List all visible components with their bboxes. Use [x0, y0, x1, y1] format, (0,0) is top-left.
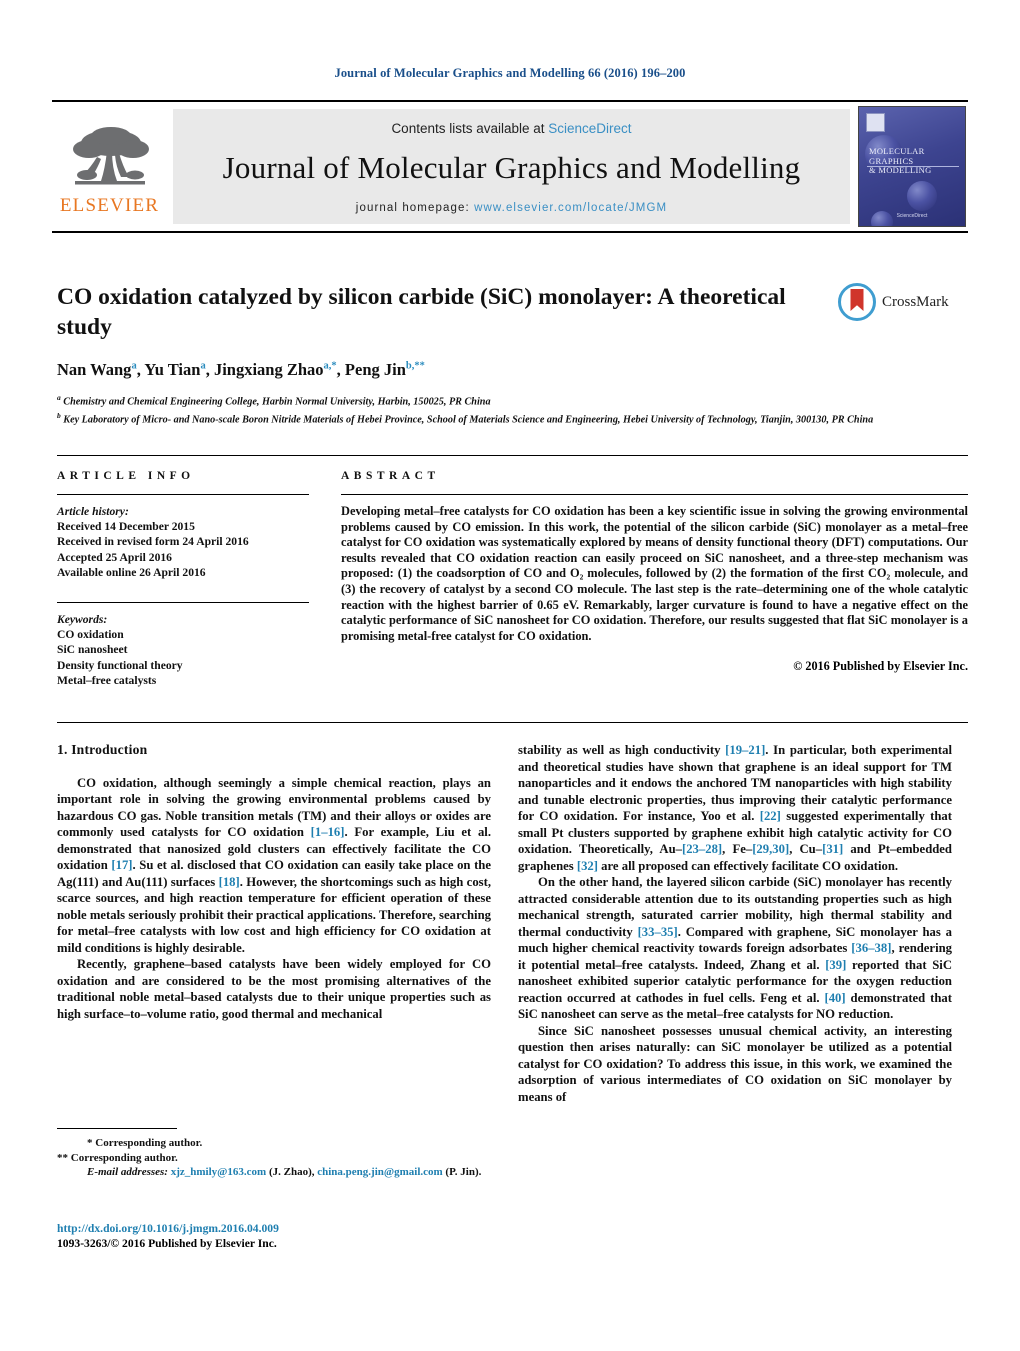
cover-footer: ScienceDirect — [896, 213, 928, 219]
history-item: Received 14 December 2015 — [57, 520, 195, 534]
homepage-prefix: journal homepage: — [355, 202, 475, 214]
email-link-jin[interactable]: china.peng.jin@gmail.com — [317, 1166, 442, 1178]
article-info-section: ARTICLE INFO Article history: Received 1… — [57, 470, 309, 688]
abstract-text: Developing metal–free catalysts for CO o… — [341, 504, 968, 643]
elsevier-tree-icon — [72, 126, 149, 184]
info-top-rule — [57, 455, 968, 456]
title-area: CO oxidation catalyzed by silicon carbid… — [57, 282, 873, 426]
body-paragraph: Recently, graphene–based catalysts have … — [57, 957, 491, 1021]
elsevier-logo: ELSEVIER — [52, 102, 167, 231]
abstract-section: ABSTRACT Developing metal–free catalysts… — [341, 470, 968, 674]
corresponding-author-2: ** Corresponding author. — [57, 1151, 178, 1164]
keyword-item: SiC nanosheet — [57, 643, 128, 657]
journal-cover-thumbnail: MOLECULAR GRAPHICS & MODELLING ScienceDi… — [858, 106, 966, 227]
cover-badge-icon — [866, 113, 885, 132]
affiliation-b: b Key Laboratory of Micro- and Nano-scal… — [57, 410, 874, 425]
history-item: Accepted 25 April 2016 — [57, 550, 172, 564]
affiliation-a: a Chemistry and Chemical Engineering Col… — [57, 393, 491, 408]
issn-copyright-line: 1093-3263/© 2016 Published by Elsevier I… — [57, 1236, 277, 1250]
crossmark-badge[interactable]: CrossMark — [838, 283, 968, 321]
contents-prefix: Contents lists available at — [391, 121, 549, 136]
article-info-heading: ARTICLE INFO — [57, 470, 195, 482]
abstract-copyright: © 2016 Published by Elsevier Inc. — [793, 659, 968, 674]
keyword-item: CO oxidation — [57, 628, 124, 642]
article-history: Article history: Received 14 December 20… — [57, 504, 309, 580]
history-item: Available online 26 April 2016 — [57, 565, 206, 579]
body-paragraph: On the other hand, the layered silicon c… — [518, 875, 952, 1021]
cover-title-line1: MOLECULAR GRAPHICS — [869, 146, 925, 166]
body-paragraph: Since SiC nanosheet possesses unusual ch… — [518, 1023, 952, 1104]
body-top-rule — [57, 722, 968, 723]
keywords-label: Keywords: — [57, 613, 108, 627]
body-paragraph: stability as well as high conductivity [… — [518, 743, 952, 873]
journal-masthead: ELSEVIER Contents lists available at Sci… — [52, 100, 968, 233]
body-paragraph: CO oxidation, although seemingly a simpl… — [57, 775, 491, 955]
corresponding-author-1: * Corresponding author. — [87, 1137, 203, 1149]
page-title: CO oxidation catalyzed by silicon carbid… — [57, 284, 786, 340]
doi-link[interactable]: http://dx.doi.org/10.1016/j.jmgm.2016.04… — [57, 1222, 279, 1235]
cover-subtitle — [869, 169, 959, 174]
body-column-right: stability as well as high conductivity [… — [518, 742, 952, 1105]
history-item: Received in revised form 24 April 2016 — [57, 535, 249, 549]
elsevier-wordmark: ELSEVIER — [59, 194, 160, 216]
cover-sphere — [907, 181, 937, 211]
email-owner-zhao: (J. Zhao), — [268, 1166, 315, 1178]
running-head: Journal of Molecular Graphics and Modell… — [334, 66, 686, 80]
abstract-rule — [341, 494, 968, 495]
crossmark-label: CrossMark — [882, 293, 949, 310]
article-info-rule — [57, 494, 309, 495]
affiliation-list: a Chemistry and Chemical Engineering Col… — [57, 391, 912, 426]
email-owner-jin: (P. Jin). — [445, 1166, 482, 1178]
section-heading-introduction: 1. Introduction — [57, 742, 148, 757]
contents-line: Contents lists available at ScienceDirec… — [391, 121, 631, 136]
sciencedirect-link[interactable]: ScienceDirect — [548, 121, 631, 136]
keyword-item: Metal–free catalysts — [57, 673, 157, 687]
email-addresses: E-mail addresses: xjz_hmily@163.com (J. … — [57, 1165, 491, 1180]
footnote-rule — [57, 1128, 177, 1129]
body-column-left: 1. Introduction CO oxidation, although s… — [57, 742, 491, 1022]
affiliation-a-text: Chemistry and Chemical Engineering Colle… — [63, 396, 491, 408]
homepage-line: journal homepage: www.elsevier.com/locat… — [356, 202, 667, 214]
email-link-zhao[interactable]: xjz_hmily@163.com — [171, 1166, 266, 1178]
keywords-list: Keywords: CO oxidation SiC nanosheet Den… — [57, 612, 309, 688]
article-page: Journal of Molecular Graphics and Modell… — [0, 0, 1020, 1351]
author-list: Nan Wanga, Yu Tiana, Jingxiang Zhaoa,*, … — [57, 360, 425, 379]
crossmark-icon — [838, 283, 876, 321]
footnote-block: * Corresponding author. ** Corresponding… — [57, 1128, 491, 1180]
journal-homepage-link[interactable]: www.elsevier.com/locate/JMGM — [474, 202, 667, 214]
keyword-item: Density functional theory — [57, 658, 183, 672]
doi-block: http://dx.doi.org/10.1016/j.jmgm.2016.04… — [57, 1222, 497, 1251]
journal-title: Journal of Molecular Graphics and Modell… — [222, 150, 801, 185]
email-label: E-mail addresses: — [87, 1166, 168, 1178]
affiliation-b-text: Key Laboratory of Micro- and Nano-scale … — [63, 413, 874, 425]
abstract-heading: ABSTRACT — [341, 470, 440, 482]
journal-band: Contents lists available at ScienceDirec… — [173, 109, 850, 224]
keywords-rule — [57, 602, 309, 604]
article-history-label: Article history: — [57, 505, 129, 518]
